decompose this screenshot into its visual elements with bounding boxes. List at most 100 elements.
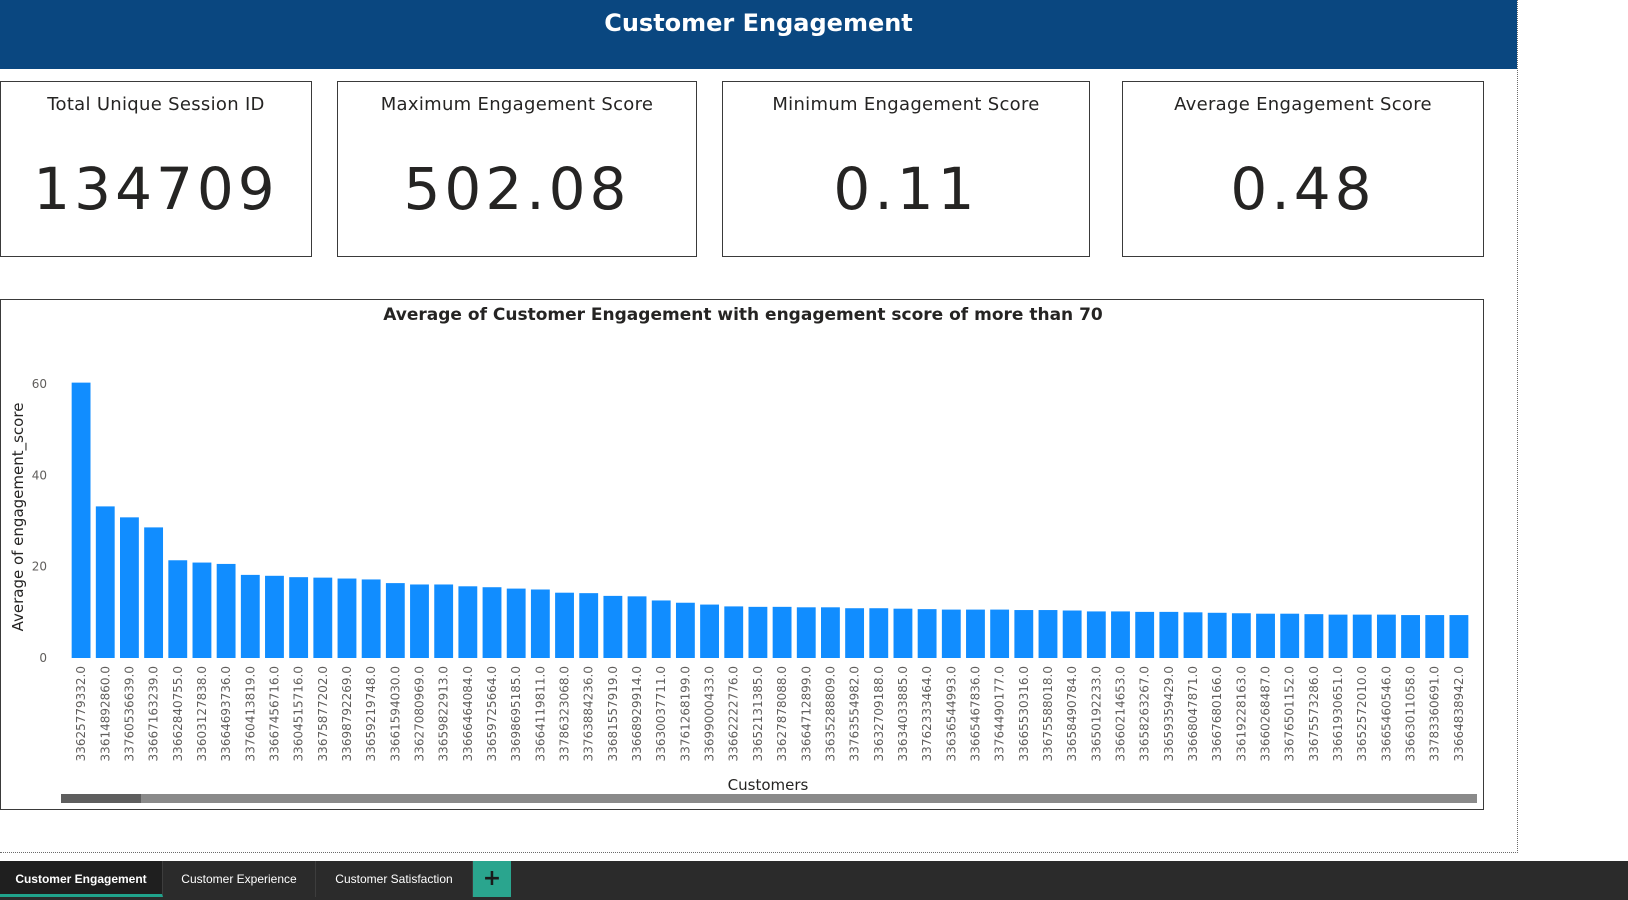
bar[interactable] [845,608,865,658]
bar[interactable] [724,606,744,658]
bar[interactable] [555,592,574,658]
x-tick-label: 33650192233.0 [1089,666,1103,761]
kpi-label: Average Engagement Score [1174,94,1432,115]
x-tick-label: 33667163239.0 [147,666,161,761]
kpi-label: Total Unique Session ID [47,94,265,115]
bar[interactable] [313,577,333,658]
bar[interactable] [966,609,985,658]
bar[interactable] [893,608,913,658]
bar[interactable] [361,579,381,658]
page-tab-bar: Customer Engagement Customer Experience … [0,861,1628,900]
bar[interactable] [289,577,309,658]
bar[interactable] [385,583,405,658]
x-tick-label: 33664838942.0 [1452,666,1466,761]
bar[interactable] [1135,611,1155,658]
bar[interactable] [1376,614,1396,658]
bar[interactable] [917,609,937,658]
kpi-card-avg-score[interactable]: Average Engagement Score 0.48 [1122,81,1484,257]
bar[interactable] [700,604,719,658]
bar[interactable] [990,609,1010,658]
bar[interactable] [530,589,550,659]
chart-title: Average of Customer Engagement with enga… [383,305,1103,325]
x-tick-label: 33665530316.0 [1017,666,1031,761]
bar[interactable] [1401,615,1420,658]
x-tick-label: 33662840755.0 [171,666,185,761]
page-title: Customer Engagement [0,0,1517,69]
bar[interactable] [506,588,526,658]
bar[interactable] [95,506,115,658]
bar[interactable] [1062,610,1082,658]
bar[interactable] [1304,614,1324,658]
bar[interactable] [1449,615,1469,658]
tab-customer-satisfaction[interactable]: Customer Satisfaction [316,861,473,897]
bar[interactable] [1328,614,1348,658]
bar[interactable] [603,595,623,658]
y-tick-label: 20 [32,560,47,574]
tab-customer-experience[interactable]: Customer Experience [163,861,316,897]
bar[interactable] [675,602,695,658]
bar[interactable] [627,596,647,658]
kpi-card-total-sessions[interactable]: Total Unique Session ID 134709 [0,81,312,257]
bar[interactable] [821,607,840,658]
x-tick-label: 33675877202.0 [316,666,330,761]
bar[interactable] [434,584,454,658]
bar[interactable] [144,527,164,658]
x-axis-label: Customers [728,776,809,794]
x-tick-label: 33660214653.0 [1114,666,1128,761]
kpi-card-min-score[interactable]: Minimum Engagement Score 0.11 [722,81,1090,257]
x-tick-label: 33675573286.0 [1307,666,1321,761]
x-tick-label: 33604515716.0 [292,666,306,761]
x-tick-label: 33603127838.0 [195,666,209,761]
bar[interactable] [265,575,284,658]
x-tick-label: 33698792269.0 [340,666,354,761]
bar[interactable] [1111,611,1130,658]
bar[interactable] [458,586,478,658]
bar[interactable] [1280,613,1300,658]
add-page-button[interactable]: + [473,861,511,897]
bar[interactable] [482,587,502,658]
bar[interactable] [1207,612,1227,658]
bar[interactable] [579,593,599,658]
bar[interactable] [337,578,357,658]
bar[interactable] [120,517,139,658]
x-tick-label: 33659219748.0 [364,666,378,761]
kpi-card-max-score[interactable]: Maximum Engagement Score 502.08 [337,81,697,257]
x-tick-label: 33783360691.0 [1428,666,1442,761]
x-tick-label: 33619228163.0 [1234,666,1248,761]
kpi-value: 502.08 [403,155,631,223]
x-tick-label: 33652572010.0 [1355,666,1369,761]
bar[interactable] [869,608,889,658]
bar[interactable] [1183,612,1203,658]
bar[interactable] [1014,610,1034,658]
bar[interactable] [1086,611,1106,658]
bar[interactable] [410,584,429,658]
x-tick-label: 33665460546.0 [1379,666,1393,761]
horizontal-scrollbar-track[interactable] [61,794,1477,803]
x-tick-label: 33667680166.0 [1210,666,1224,761]
bar[interactable] [240,574,260,658]
tab-customer-engagement[interactable]: Customer Engagement [0,861,163,897]
bar[interactable] [71,382,91,658]
x-tick-label: 33698695185.0 [509,666,523,761]
bar[interactable] [1038,610,1058,658]
x-tick-label: 33661930651.0 [1331,666,1345,761]
bar[interactable] [1159,611,1179,658]
x-tick-label: 33636544993.0 [944,666,958,761]
bar[interactable] [168,560,188,658]
bar[interactable] [1425,615,1445,658]
x-tick-label: 33665467836.0 [968,666,982,761]
bar[interactable] [651,600,671,658]
x-tick-label: 33663011058.0 [1404,666,1418,761]
bar[interactable] [1256,613,1275,658]
bar-chart-card[interactable]: Average of Customer Engagement with enga… [0,299,1484,810]
x-tick-label: 33762333464.0 [920,666,934,761]
bar[interactable] [796,607,816,658]
horizontal-scrollbar-thumb[interactable] [61,794,141,803]
bar[interactable] [772,606,792,658]
bar[interactable] [1352,614,1372,658]
bar[interactable] [748,606,768,658]
bar[interactable] [1231,613,1251,658]
bar[interactable] [216,563,236,658]
bar[interactable] [192,562,212,658]
bar[interactable] [941,609,961,658]
